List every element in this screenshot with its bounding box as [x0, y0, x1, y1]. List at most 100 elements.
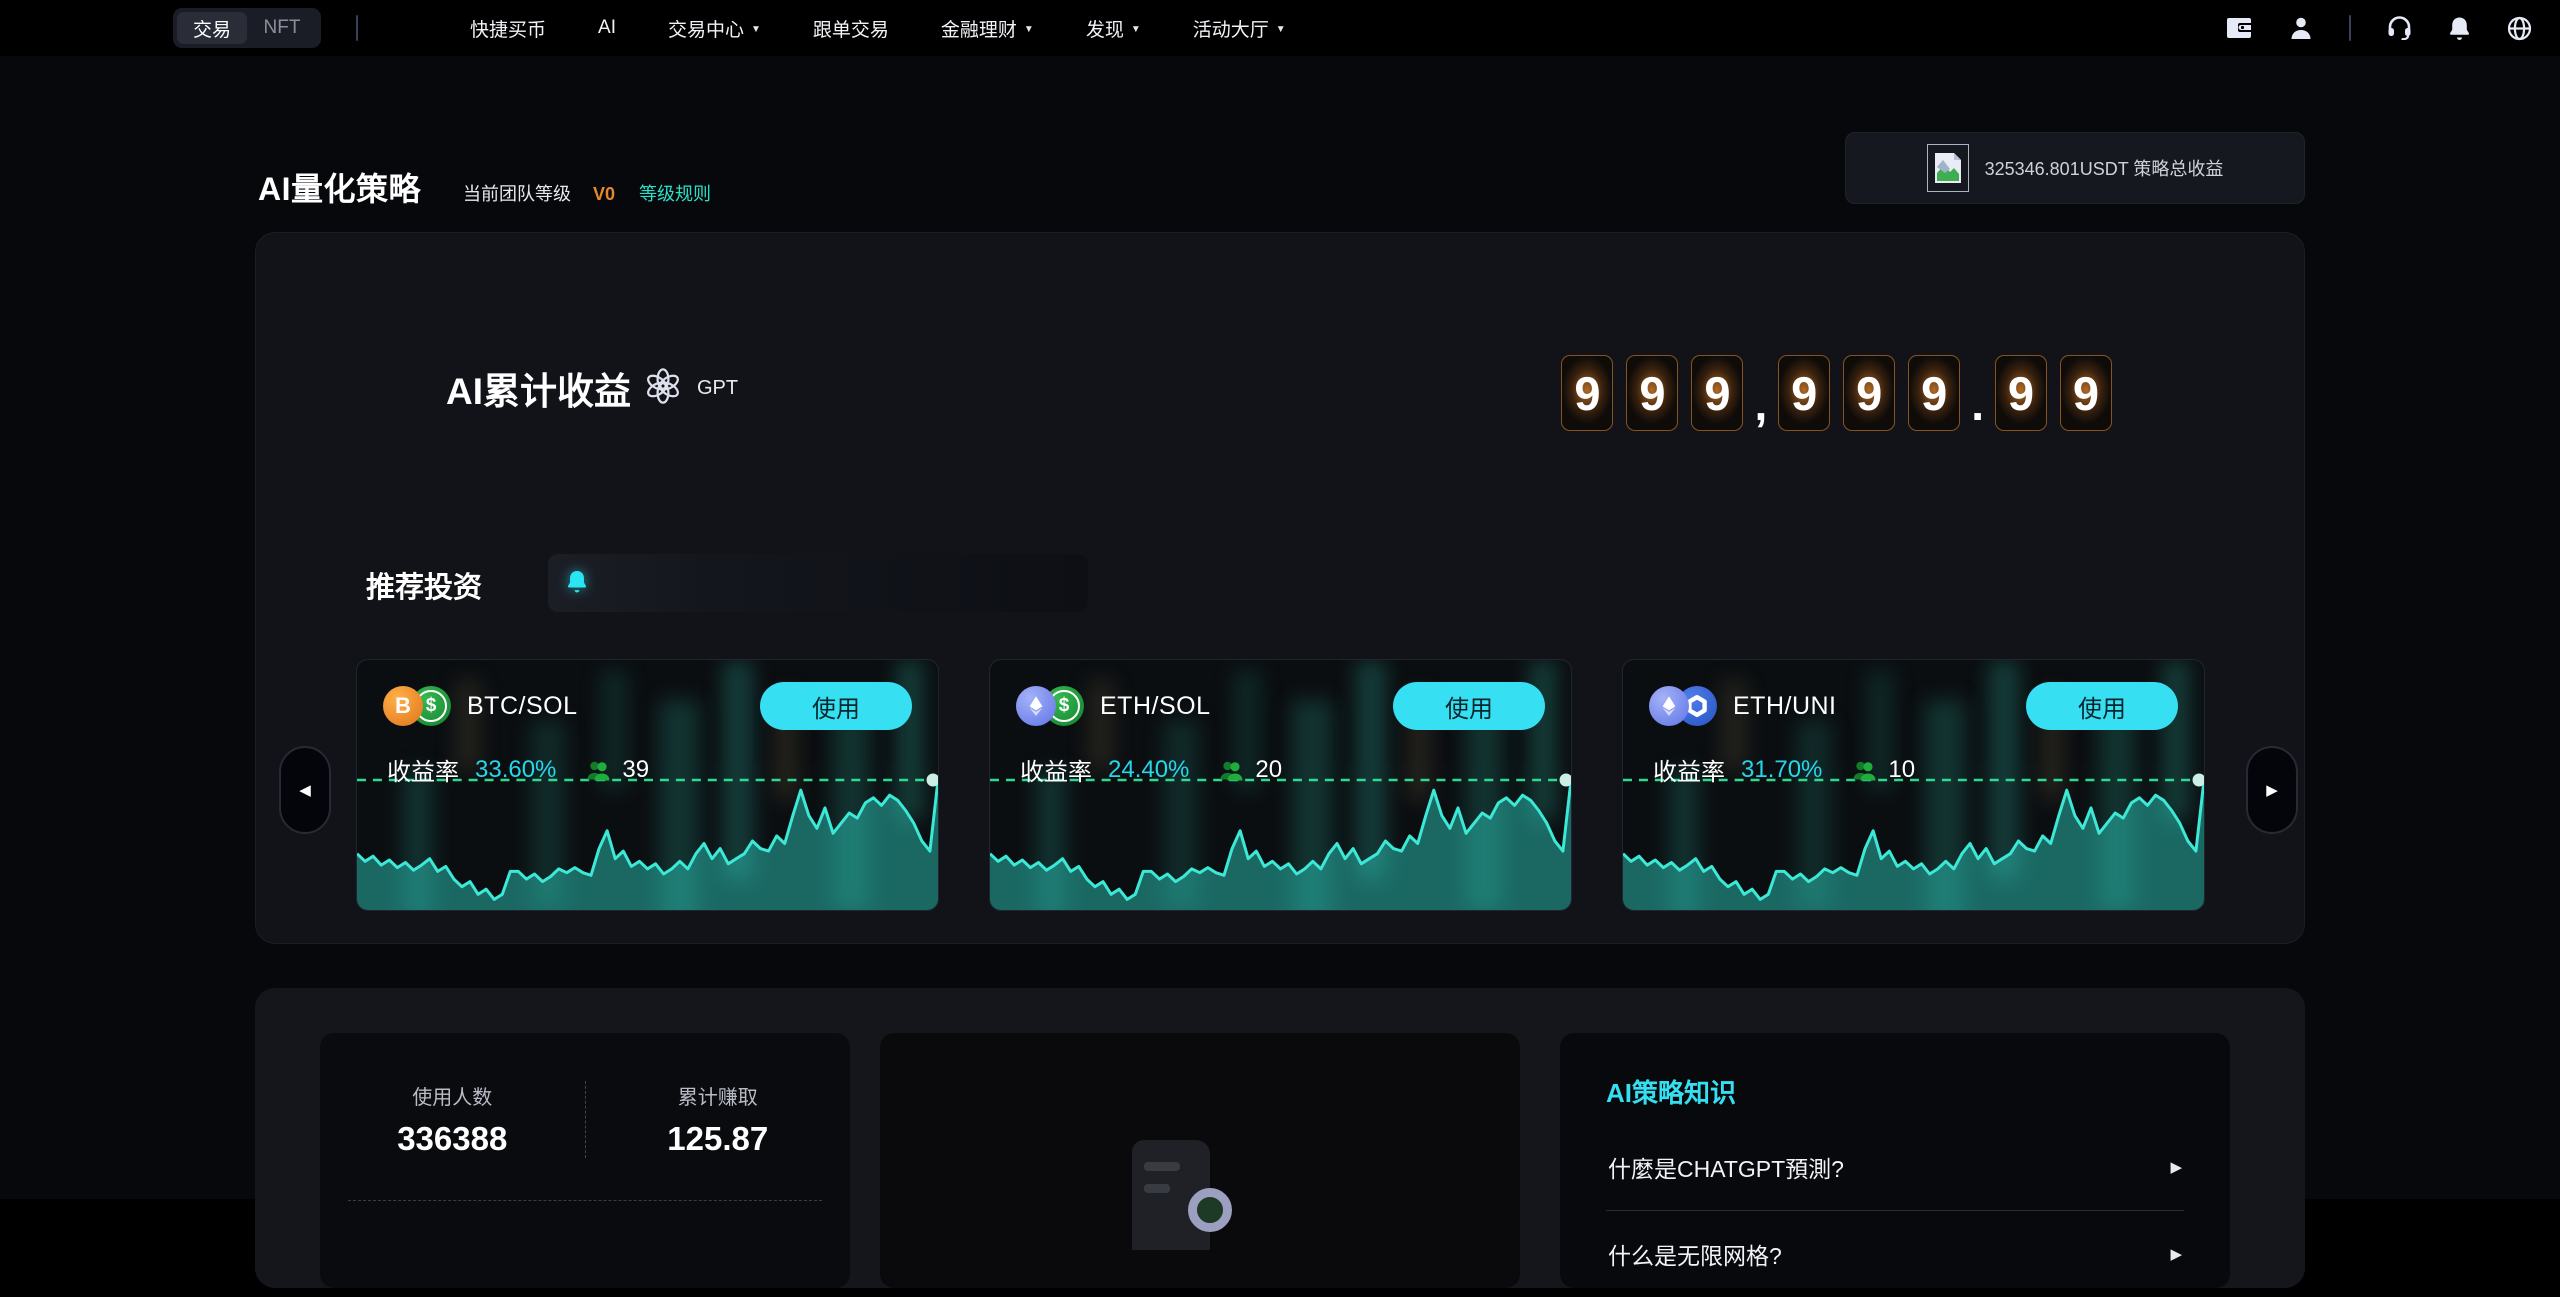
chevron-down-icon: ▼	[1276, 24, 1286, 35]
top-navbar: 交易 NFT 快捷买币 AI 交易中心▼ 跟单交易 金融理财▼ 发现 ▼ 活动大厅…	[0, 0, 2560, 56]
openai-logo-icon	[645, 368, 681, 409]
users-count: 20	[1255, 756, 1282, 784]
counter-separator: ,	[1754, 381, 1767, 431]
knowledge-card: AI策略知识 什麼是CHATGPT預測? ▶ 什么是无限网格? ▶	[1560, 1033, 2230, 1288]
card-meta: 收益率 33.60% 39	[387, 752, 649, 787]
nav-divider	[2349, 15, 2351, 41]
counter-digit: 9	[1778, 355, 1830, 431]
menu-ai[interactable]: AI	[598, 17, 616, 39]
pair-name: ETH/SOL	[1100, 692, 1210, 721]
card-header: B $ BTC/SOL 使用	[383, 682, 912, 730]
users-count: 10	[1888, 756, 1915, 784]
recommend-title: 推荐投资	[366, 564, 482, 606]
use-button[interactable]: 使用	[2026, 682, 2178, 730]
rate-value: 24.40%	[1108, 756, 1189, 784]
stat-users: 使用人数 336388	[320, 1081, 586, 1158]
eth-coin-icon	[1649, 686, 1689, 726]
menu-label: 活动大厅	[1193, 15, 1269, 42]
menu-label: 快捷买币	[470, 15, 546, 42]
page-title: AI量化策略	[258, 164, 421, 210]
chevron-down-icon: ▼	[1024, 24, 1034, 35]
strategy-card-eth-sol[interactable]: $ ETH/SOL 使用 收益率 24.40% 20	[989, 659, 1572, 911]
menu-quick-buy[interactable]: 快捷买币	[470, 15, 546, 42]
menu-trade-center[interactable]: 交易中心▼	[668, 15, 761, 42]
bell-icon	[566, 569, 588, 598]
card-header: $ ETH/SOL 使用	[1016, 682, 1545, 730]
card-meta: 收益率 31.70% 10	[1653, 752, 1915, 787]
menu-discover[interactable]: 发现 ▼	[1086, 15, 1141, 42]
pair-coin-icons	[1649, 686, 1717, 726]
rate-value: 31.70%	[1741, 756, 1822, 784]
counter-digit: 9	[1995, 355, 2047, 431]
knowledge-item-label: 什么是无限网格?	[1608, 1237, 1782, 1271]
tab-nft[interactable]: NFT	[247, 12, 317, 44]
headset-icon[interactable]	[2387, 16, 2412, 40]
btc-coin-icon: B	[383, 686, 423, 726]
knowledge-item-grid[interactable]: 什么是无限网格? ▶	[1606, 1210, 2184, 1297]
strategy-card-eth-uni[interactable]: ETH/UNI 使用 收益率 31.70% 10	[1622, 659, 2205, 911]
image-placeholder-icon	[1927, 144, 1969, 192]
records-empty-card	[880, 1033, 1520, 1288]
navbar-icon-group	[2227, 0, 2532, 56]
knowledge-item-label: 什麼是CHATGPT預測?	[1608, 1150, 1844, 1184]
carousel-prev-button[interactable]: ◀	[279, 746, 331, 834]
magnifier-icon	[1188, 1188, 1232, 1232]
team-level-value: V0	[593, 184, 615, 205]
carousel-next-button[interactable]: ▶	[2246, 746, 2298, 834]
card-header: ETH/UNI 使用	[1649, 682, 2178, 730]
rate-label: 收益率	[1020, 752, 1092, 787]
hero-header: AI累计收益 GPT	[446, 361, 738, 415]
level-rules-link[interactable]: 等级规则	[639, 180, 711, 206]
rate-value: 33.60%	[475, 756, 556, 784]
pair-name: BTC/SOL	[467, 692, 577, 721]
menu-label: 发现	[1086, 15, 1124, 42]
counter-digit: 9	[2060, 355, 2112, 431]
hero-title: AI累计收益	[446, 361, 631, 415]
team-level-label: 当前团队等级	[463, 180, 571, 206]
use-button[interactable]: 使用	[1393, 682, 1545, 730]
use-button[interactable]: 使用	[760, 682, 912, 730]
strategy-card-btc-sol[interactable]: B $ BTC/SOL 使用 收益率 33.60% 39	[356, 659, 939, 911]
rate-label: 收益率	[1653, 752, 1725, 787]
empty-state-illustration	[1132, 1140, 1272, 1260]
nav-divider	[356, 15, 358, 41]
strategy-card-row: B $ BTC/SOL 使用 收益率 33.60% 39	[356, 659, 2206, 911]
wallet-icon[interactable]	[2227, 17, 2253, 39]
dashed-divider	[348, 1200, 822, 1201]
stat-value: 125.87	[586, 1120, 851, 1158]
pair-coin-icons: $	[1016, 686, 1084, 726]
chevron-down-icon: ▼	[1131, 24, 1141, 35]
eth-coin-icon	[1016, 686, 1056, 726]
menu-copy-trading[interactable]: 跟单交易	[813, 15, 889, 42]
announcement-ticker	[548, 554, 1088, 612]
total-profit-text: 325346.801USDT 策略总收益	[1985, 155, 2224, 181]
menu-label: 跟单交易	[813, 15, 889, 42]
rate-label: 收益率	[387, 752, 459, 787]
counter-digit: 9	[1561, 355, 1613, 431]
globe-icon[interactable]	[2507, 16, 2532, 41]
right-arrow-icon: ▶	[2266, 781, 2278, 799]
card-meta: 收益率 24.40% 20	[1020, 752, 1282, 787]
knowledge-list: 什麼是CHATGPT預測? ▶ 什么是无限网格? ▶	[1606, 1124, 2184, 1297]
notification-icon[interactable]	[2448, 16, 2471, 40]
gpt-label: GPT	[697, 377, 738, 400]
right-arrow-icon: ▶	[2170, 1158, 2182, 1176]
counter-separator: .	[1971, 381, 1984, 431]
total-profit-badge: 325346.801USDT 策略总收益	[1845, 132, 2305, 204]
tab-trade[interactable]: 交易	[177, 12, 247, 44]
user-icon[interactable]	[2289, 16, 2313, 40]
usage-stats-card: 使用人数 336388 累计赚取 125.87	[320, 1033, 850, 1288]
stat-earned: 累计赚取 125.87	[586, 1081, 851, 1158]
menu-activity-hall[interactable]: 活动大厅 ▼	[1193, 15, 1286, 42]
users-count: 39	[622, 756, 649, 784]
pair-coin-icons: B $	[383, 686, 451, 726]
ai-profit-card: AI累计收益 GPT 9 9 9 , 9 9 9 . 9	[255, 232, 2305, 944]
bottom-section: 使用人数 336388 累计赚取 125.87 AI策略知识 什麼是CHATGP…	[255, 988, 2305, 1288]
menu-finance[interactable]: 金融理财▼	[941, 15, 1034, 42]
knowledge-item-chatgpt[interactable]: 什麼是CHATGPT預測? ▶	[1606, 1124, 2184, 1210]
counter-digit: 9	[1691, 355, 1743, 431]
market-toggle: 交易 NFT	[173, 8, 321, 48]
stat-value: 336388	[320, 1120, 585, 1158]
stat-label: 累计赚取	[586, 1081, 851, 1110]
knowledge-title: AI策略知识	[1606, 1073, 2184, 1110]
